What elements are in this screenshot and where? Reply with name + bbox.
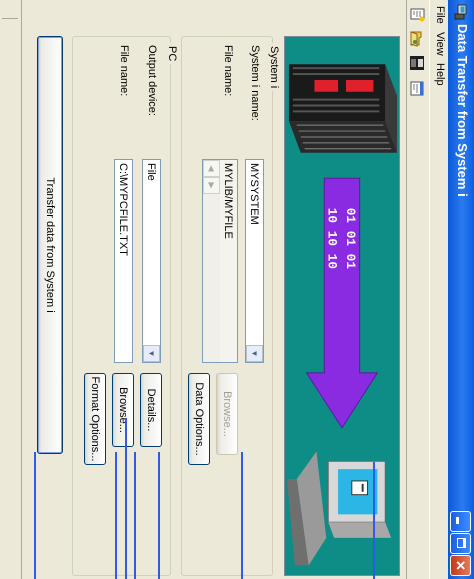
bits-bottom: 10 10 10 <box>324 208 339 269</box>
new-transfer-icon[interactable] <box>408 6 426 24</box>
transfer-data-button[interactable]: Transfer data from System i <box>37 36 63 454</box>
callout-arrow-system-name <box>373 462 375 579</box>
system-browse-button[interactable]: Browse... <box>216 373 238 455</box>
bits-top: 01 01 01 <box>343 208 358 270</box>
chevron-down-icon[interactable]: ▼ <box>246 345 263 362</box>
pc-group: PC Output device: ▼ Details... File name… <box>72 36 178 576</box>
system-file-hscrollbar[interactable]: ◀ ▶ <box>203 160 220 362</box>
callout-arrow-data-options <box>241 452 243 579</box>
close-button[interactable]: ✕ <box>450 555 471 576</box>
pc-file-name-value[interactable] <box>115 160 132 362</box>
status-bar <box>0 0 22 579</box>
format-options-button[interactable]: Format Options... <box>84 373 106 465</box>
output-device-value[interactable] <box>143 160 160 362</box>
system-file-name-value[interactable] <box>219 160 237 362</box>
pc-file-name-field[interactable] <box>114 159 133 363</box>
transfer-arrow-graphic: 01 01 01 10 10 10 <box>305 177 379 429</box>
callout-arrow-pc-file-name <box>115 452 117 579</box>
maximize-icon <box>457 538 466 548</box>
menu-view[interactable]: View <box>434 32 446 56</box>
window-title: Data Transfer from System i <box>455 24 470 197</box>
scroll-left-icon[interactable]: ◀ <box>203 160 220 177</box>
title-bar[interactable]: Data Transfer from System i ✕ <box>448 0 474 579</box>
menu-file[interactable]: File <box>434 6 446 24</box>
details-button[interactable]: Details... <box>140 373 162 447</box>
close-icon: ✕ <box>453 560 468 571</box>
menu-help[interactable]: Help <box>434 63 446 86</box>
system-file-name-field[interactable]: ◀ ▶ <box>202 159 238 363</box>
maximize-button[interactable] <box>450 533 471 554</box>
callout-arrow-details <box>158 452 160 579</box>
chevron-down-icon[interactable]: ▼ <box>143 345 160 362</box>
pc-file-name-label: File name: <box>118 45 130 97</box>
save-icon[interactable] <box>408 54 426 72</box>
callout-arrow-output-device <box>134 452 136 579</box>
status-bar-divider <box>2 18 18 19</box>
transfer-banner: 01 01 01 10 10 10 <box>284 36 400 576</box>
system-file-name-label: File name: <box>222 45 234 97</box>
open-icon[interactable] <box>408 30 426 48</box>
minimize-button[interactable] <box>450 511 471 532</box>
app-icon <box>454 4 467 20</box>
minimize-icon <box>456 517 459 524</box>
properties-icon[interactable] <box>408 80 426 98</box>
system-name-value[interactable] <box>246 160 263 362</box>
pc-graphic <box>286 451 392 566</box>
callout-arrow-format-options <box>125 418 127 579</box>
scroll-right-icon[interactable]: ▶ <box>203 177 220 194</box>
menu-bar: File View Help <box>430 0 448 579</box>
toolbar <box>406 0 430 579</box>
system-name-label: System i name: <box>249 45 261 121</box>
pc-group-label: PC <box>166 43 178 65</box>
callout-arrow-transfer <box>34 452 36 579</box>
system-i-group: System i System i name: ▼ File name: ◀ ▶… <box>181 36 280 576</box>
system-i-group-label: System i <box>268 43 280 92</box>
output-device-label: Output device: <box>146 45 158 116</box>
output-device-select[interactable]: ▼ <box>142 159 161 363</box>
system-name-select[interactable]: ▼ <box>245 159 264 363</box>
pc-browse-button[interactable]: Browse... <box>112 373 134 447</box>
server-graphic <box>288 64 398 153</box>
rotated-screenshot: Data Transfer from System i ✕ File View … <box>0 0 474 579</box>
data-transfer-window: Data Transfer from System i ✕ File View … <box>0 0 474 579</box>
data-options-button[interactable]: Data Options... <box>188 373 210 465</box>
